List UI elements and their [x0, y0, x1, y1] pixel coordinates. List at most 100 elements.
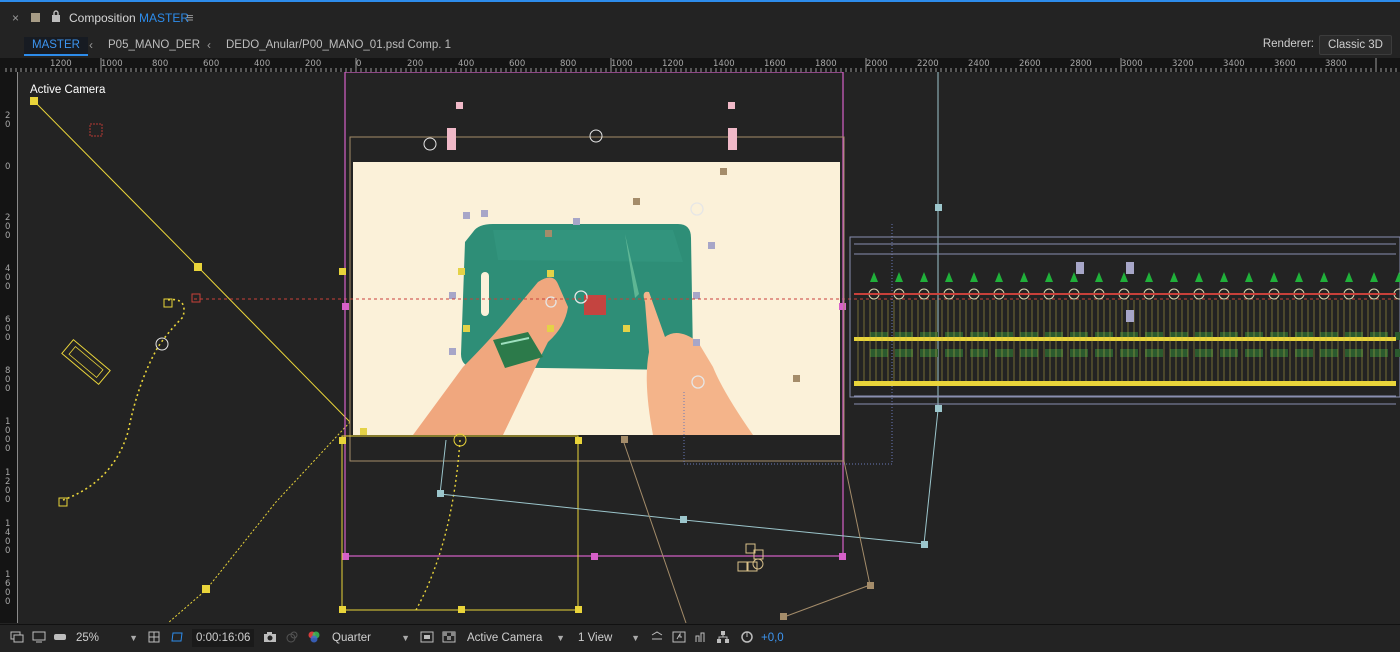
snapshot-camera-icon[interactable] [263, 630, 277, 644]
layer-bounds-yellow [341, 435, 579, 611]
camera-path-lower [167, 421, 351, 623]
breadcrumb-separator: ‹ [89, 38, 93, 52]
green-arrow-marker [1370, 272, 1378, 282]
green-arrow-marker [1045, 272, 1053, 282]
ruler-label: 3600 [1274, 59, 1296, 69]
green-layer-block [1195, 349, 1213, 357]
ruler-label: 0 [5, 162, 11, 172]
renderer-button[interactable]: Classic 3D [1319, 35, 1392, 55]
green-layer-block [1295, 349, 1313, 357]
lock-icon[interactable] [51, 10, 61, 22]
ruler-label: 0 [356, 59, 362, 69]
ruler-label: 600 [203, 59, 220, 69]
ruler-label: 3200 [1172, 59, 1194, 69]
3d-view-dropdown[interactable]: Active Camera ▼ [467, 629, 565, 647]
panel-title-comp: MASTER [139, 11, 190, 25]
flowchart-icon[interactable] [716, 630, 730, 644]
right-layers-bounds [849, 236, 1400, 398]
ruler-label: 1 4 0 0 [5, 519, 11, 556]
ruler-label: 600 [509, 59, 526, 69]
dotted-motion-path [62, 298, 185, 501]
transparency-grid-icon[interactable] [442, 630, 456, 644]
show-snapshot-icon[interactable] [285, 630, 299, 644]
ruler-label: 2200 [917, 59, 939, 69]
green-layer-block [895, 349, 913, 357]
ruler-label: 1000 [611, 59, 633, 69]
monitor-icon[interactable] [32, 630, 46, 644]
viewer-toolbar: 25% ▼ 0:00:16:06 Quarter ▼ Active Camera… [0, 624, 1400, 652]
mask-visibility-icon[interactable] [170, 630, 184, 644]
green-arrow-marker [1195, 272, 1203, 282]
active-camera-label: Active Camera [30, 84, 106, 96]
green-arrow-marker [1270, 272, 1278, 282]
timeline-icon[interactable] [694, 630, 708, 644]
vr-headset-icon[interactable] [53, 630, 67, 644]
ruler-label: 2400 [968, 59, 990, 69]
ruler-label: 200 [305, 59, 322, 69]
axis-handle [191, 293, 201, 303]
region-of-interest-icon[interactable] [420, 630, 434, 644]
dotted-motion-path [415, 439, 461, 611]
exposure-value[interactable]: +0,0 [761, 629, 784, 647]
reset-exposure-icon[interactable] [740, 630, 754, 644]
bounds-handle [342, 303, 349, 310]
ruler-label: 400 [254, 59, 271, 69]
horizontal-ruler[interactable]: 1200 1000 800 600 400 200 0 200 400 600 800 1000 120… [0, 58, 1400, 73]
ruler-label: 800 [560, 59, 577, 69]
panel-title-prefix: Composition [69, 11, 136, 25]
ruler-label: 1000 [101, 59, 123, 69]
breadcrumb-dedo-anular[interactable]: DEDO_Anular/P00_MANO_01.psd Comp. 1 [218, 37, 459, 54]
green-layer-block [920, 349, 938, 357]
resolution-dropdown[interactable]: Quarter ▼ [332, 629, 410, 647]
green-arrow-marker [1320, 272, 1328, 282]
green-arrow-marker [1170, 272, 1178, 282]
toggle-pixel-aspect-icon[interactable] [650, 630, 664, 644]
green-layer-block [1145, 349, 1163, 357]
always-preview-icon[interactable] [10, 630, 24, 644]
panel-title: Composition MASTER [69, 11, 189, 25]
current-time-field[interactable]: 0:00:16:06 [192, 629, 254, 647]
breadcrumb-p05-mano-der[interactable]: P05_MANO_DER [100, 37, 208, 54]
green-arrow-marker [895, 272, 903, 282]
green-layer-block [995, 349, 1013, 357]
vertical-ruler[interactable]: 2 0 0 2 0 0 4 0 0 6 0 0 8 0 0 1 0 0 0 1 2 0 0 1 … [0, 72, 18, 623]
green-layer-block [1345, 349, 1363, 357]
breadcrumb-master[interactable]: MASTER [24, 37, 88, 56]
camera-target-box [89, 123, 103, 137]
light-blue-handles [437, 204, 942, 548]
grid-guide-icon[interactable] [147, 630, 161, 644]
chevron-down-icon: ▼ [556, 633, 565, 643]
layer-handle [1126, 310, 1134, 322]
view-layout-dropdown[interactable]: 1 View ▼ [578, 629, 640, 647]
green-layer-block [1270, 349, 1288, 357]
composition-panel-header: × Composition MASTER ≡ [0, 0, 1400, 34]
breadcrumb-separator: ‹ [207, 38, 211, 52]
path-handle [202, 585, 210, 593]
ruler-label: 1 2 0 0 [5, 468, 11, 505]
fast-previews-icon[interactable] [672, 630, 686, 644]
light-shape [61, 338, 111, 386]
ruler-label: 2800 [1070, 59, 1092, 69]
green-arrow-marker [920, 272, 928, 282]
ruler-label: 1200 [50, 59, 72, 69]
bounds-handle [839, 303, 846, 310]
magnification-value: 25% [76, 632, 100, 644]
bounds-handle [342, 553, 349, 560]
ruler-label: 1800 [815, 59, 837, 69]
color-channels-icon[interactable] [307, 630, 321, 644]
green-layer-block [1220, 349, 1238, 357]
layer-bounds-magenta [344, 72, 844, 557]
composition-viewer[interactable]: Active Camera [18, 72, 1400, 623]
bounds-handle [591, 553, 598, 560]
tan-handle [780, 613, 787, 620]
close-panel-icon[interactable]: × [12, 11, 19, 25]
tan-handle [621, 436, 628, 443]
tan-handle [867, 582, 874, 589]
green-layer-block [1170, 349, 1188, 357]
magnification-dropdown[interactable]: 25% ▼ [76, 629, 138, 647]
chevron-down-icon: ▼ [401, 633, 410, 643]
panel-menu-icon[interactable]: ≡ [186, 10, 194, 25]
ruler-label: 3800 [1325, 59, 1347, 69]
layer-handle [1076, 262, 1084, 274]
green-arrow-marker [870, 272, 878, 282]
